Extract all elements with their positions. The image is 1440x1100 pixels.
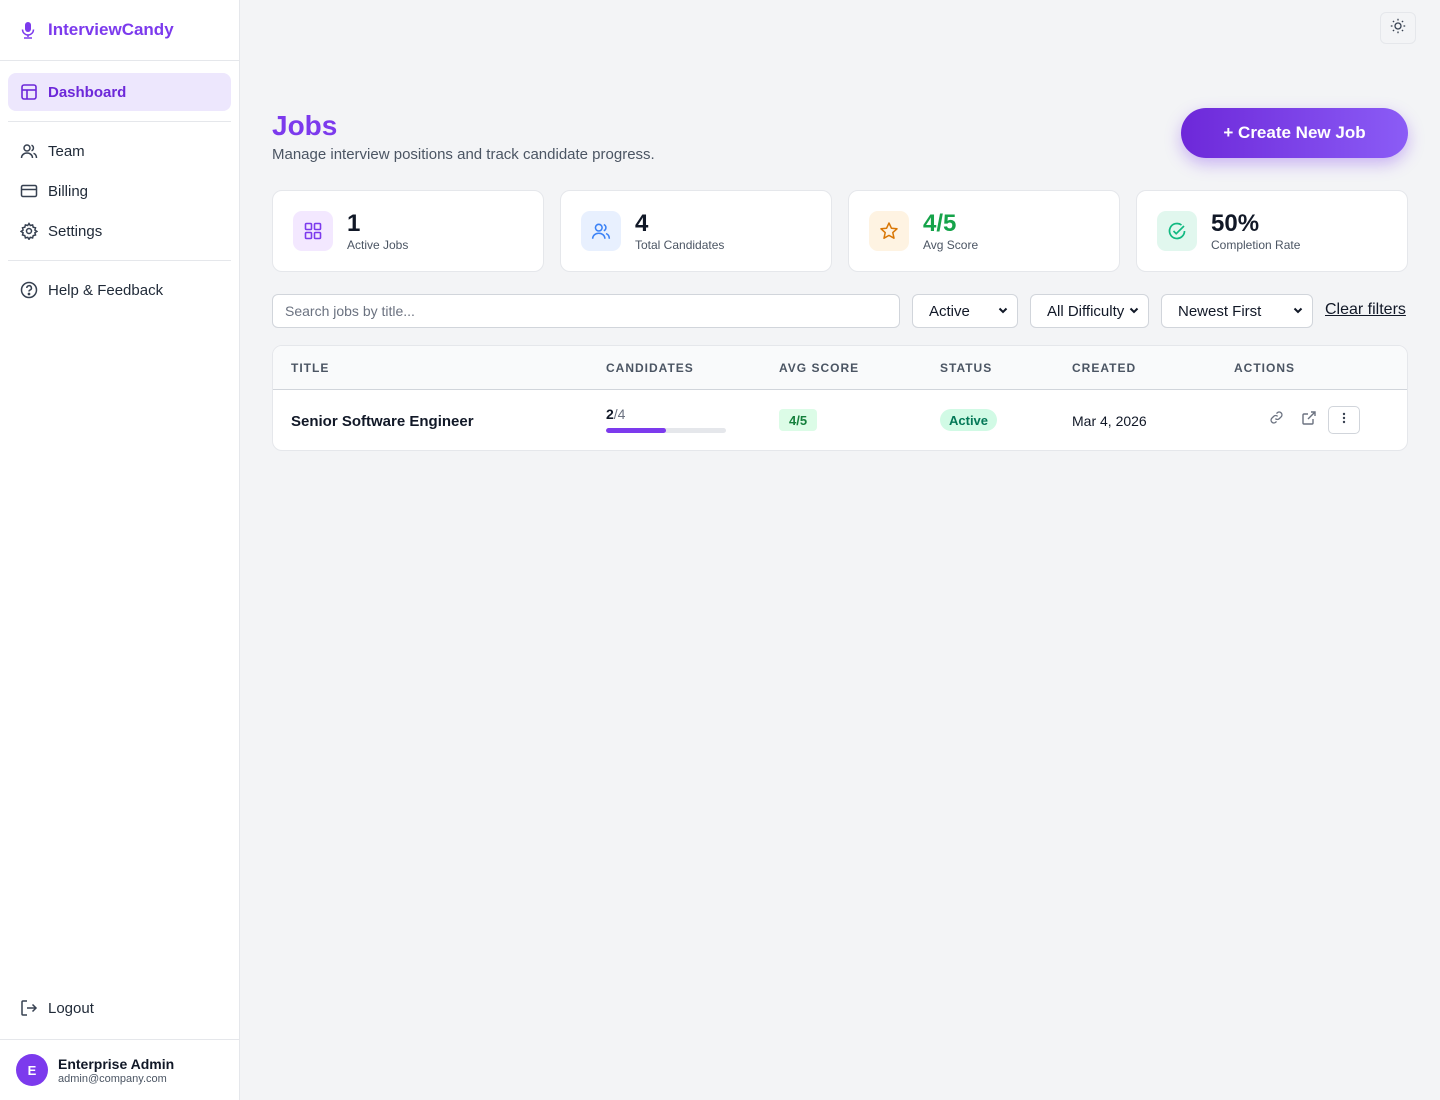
credit-card-icon xyxy=(20,182,38,200)
user-email: admin@company.com xyxy=(58,1072,167,1085)
table-row[interactable]: Senior Software Engineer 2/4 4/5 Active … xyxy=(273,390,1407,450)
stat-label: Avg Score xyxy=(923,237,979,252)
sidebar-item-billing[interactable]: Billing xyxy=(8,172,231,210)
open-external-button[interactable] xyxy=(1296,407,1322,433)
avg-score-badge: 4/5 xyxy=(779,409,818,431)
jobs-table: TITLE CANDIDATES AVG SCORE STATUS CREATE… xyxy=(272,345,1408,451)
stat-label: Completion Rate xyxy=(1211,237,1301,252)
avatar: E xyxy=(16,1054,48,1086)
chevron-down-icon xyxy=(1292,303,1304,320)
sidebar-item-label: Billing xyxy=(48,182,89,200)
sort-select[interactable]: Newest First xyxy=(1161,294,1313,328)
chevron-down-icon xyxy=(1128,303,1140,320)
external-link-icon xyxy=(1302,410,1316,430)
users-icon xyxy=(20,142,38,160)
difficulty-filter-value: All Difficulty xyxy=(1047,302,1125,320)
gear-icon xyxy=(20,222,38,240)
progress-fill xyxy=(606,428,666,433)
more-vertical-icon xyxy=(1342,411,1346,429)
column-header-title[interactable]: TITLE xyxy=(291,361,329,375)
brand[interactable]: InterviewCandy xyxy=(0,0,239,61)
divider xyxy=(8,121,231,122)
logout-label: Logout xyxy=(48,999,94,1017)
candidates-progress-bar xyxy=(606,428,726,433)
difficulty-filter-select[interactable]: All Difficulty xyxy=(1030,294,1149,328)
created-date: Mar 4, 2026 xyxy=(1072,413,1147,429)
search-input[interactable] xyxy=(272,294,900,328)
user-profile[interactable]: E Enterprise Admin admin@company.com xyxy=(0,1039,239,1100)
logout-icon xyxy=(20,999,38,1017)
stat-value: 1 xyxy=(347,209,361,237)
candidates-done: 2 xyxy=(606,406,614,422)
layout-icon xyxy=(20,83,38,101)
more-actions-button[interactable] xyxy=(1328,406,1360,434)
sun-icon xyxy=(1390,18,1406,39)
copy-link-button[interactable] xyxy=(1263,407,1289,433)
status-badge: Active xyxy=(940,409,998,431)
column-header-actions: ACTIONS xyxy=(1234,361,1295,375)
link-icon xyxy=(1269,410,1284,430)
sidebar-nav: Dashboard Team Billing Settings Help & F… xyxy=(0,61,239,309)
table-header: TITLE CANDIDATES AVG SCORE STATUS CREATE… xyxy=(273,346,1407,390)
status-filter-value: Active xyxy=(929,302,970,320)
job-title[interactable]: Senior Software Engineer xyxy=(291,413,474,430)
stat-label: Total Candidates xyxy=(635,237,725,252)
sidebar: InterviewCandy Dashboard Team Billing Se… xyxy=(0,0,240,1100)
candidates-count: 2/4 xyxy=(606,406,625,422)
user-name: Enterprise Admin xyxy=(58,1055,175,1072)
microphone-icon xyxy=(20,21,36,39)
create-job-button[interactable]: + Create New Job xyxy=(1181,108,1408,158)
column-header-status[interactable]: STATUS xyxy=(940,361,992,375)
sidebar-item-label: Settings xyxy=(48,222,103,240)
sidebar-item-label: Team xyxy=(48,142,85,160)
logout-button[interactable]: Logout xyxy=(8,989,231,1027)
theme-toggle-button[interactable] xyxy=(1380,12,1416,44)
clear-filters-link[interactable]: Clear filters xyxy=(1325,301,1406,319)
candidates-total: /4 xyxy=(613,406,626,422)
sidebar-item-settings[interactable]: Settings xyxy=(8,212,231,250)
help-circle-icon xyxy=(20,281,38,299)
sidebar-item-help[interactable]: Help & Feedback xyxy=(8,271,231,309)
check-circle-icon xyxy=(1157,211,1197,251)
page-subtitle: Manage interview positions and track can… xyxy=(272,146,655,163)
column-header-created[interactable]: CREATED xyxy=(1072,361,1136,375)
stat-card-active-jobs: 1 Active Jobs xyxy=(272,190,544,272)
column-header-candidates[interactable]: CANDIDATES xyxy=(606,361,694,375)
sort-value: Newest First xyxy=(1178,302,1262,320)
sidebar-item-team[interactable]: Team xyxy=(8,132,231,170)
sidebar-item-label: Dashboard xyxy=(48,83,127,101)
chevron-down-icon xyxy=(997,303,1009,320)
stat-value: 50% xyxy=(1211,209,1260,237)
column-header-avg-score[interactable]: AVG SCORE xyxy=(779,361,859,375)
stat-label: Active Jobs xyxy=(347,237,409,252)
page-title: Jobs xyxy=(272,110,338,141)
sidebar-item-label: Help & Feedback xyxy=(48,281,164,299)
stat-card-completion-rate: 50% Completion Rate xyxy=(1136,190,1408,272)
grid-icon xyxy=(293,211,333,251)
app-name: InterviewCandy xyxy=(48,20,174,39)
stat-value: 4 xyxy=(635,209,649,237)
sidebar-item-dashboard[interactable]: Dashboard xyxy=(8,73,231,111)
stat-card-avg-score: 4/5 Avg Score xyxy=(848,190,1120,272)
star-icon xyxy=(869,211,909,251)
divider xyxy=(8,260,231,261)
stat-card-total-candidates: 4 Total Candidates xyxy=(560,190,832,272)
logout-container: Logout xyxy=(8,989,231,1027)
stat-value: 4/5 xyxy=(923,209,957,237)
status-filter-select[interactable]: Active xyxy=(912,294,1018,328)
users-icon xyxy=(581,211,621,251)
